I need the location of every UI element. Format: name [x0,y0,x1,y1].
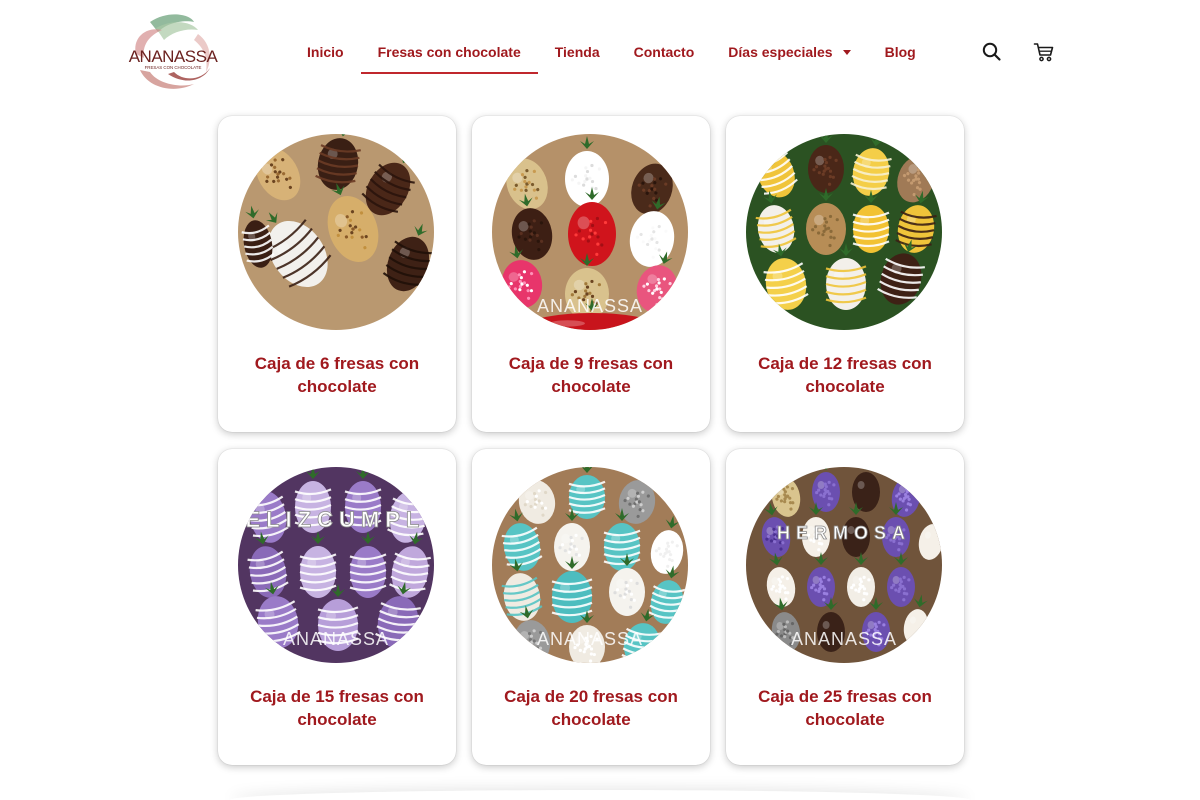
logo-wordmark: ANANASSA [129,47,218,66]
watermark: ANANASSA [537,296,643,316]
nav-item-inicio[interactable]: Inicio [290,32,361,72]
nav-item-label: Blog [884,44,916,60]
cart-icon[interactable] [1032,40,1056,64]
nav-item-contacto[interactable]: Contacto [617,32,712,72]
product-card[interactable]: ANANASSA Caja de 20 fresas con chocolate [472,449,710,765]
nav-item-label: Tienda [554,44,600,60]
product-image[interactable]: ANANASSA [492,467,688,663]
site-header: ANANASSA FRESAS CON CHOCOLATE Inicio Fres… [0,0,1200,100]
nav-item-label: Contacto [633,44,695,60]
nav-item-dias-especiales[interactable]: Días especiales [711,32,867,72]
product-card[interactable]: Caja de 12 fresas con chocolate [726,116,964,432]
product-image[interactable] [746,134,942,330]
nav-item-tienda[interactable]: Tienda [538,32,617,72]
main-nav: Inicio Fresas con chocolate Tienda Contacto… [290,32,933,74]
product-title[interactable]: Caja de 12 fresas con chocolate [740,352,950,398]
product-card[interactable]: FELIZCUMPLE ANANASSA Caja de 15 fresas con… [218,449,456,765]
nav-item-label: Inicio [307,44,344,60]
search-icon[interactable] [980,40,1004,64]
nav-item-label: Fresas con chocolate [377,44,521,60]
product-image[interactable]: HERMOSA ANANASSA [746,467,942,663]
product-title[interactable]: Caja de 20 fresas con chocolate [486,685,696,731]
product-title[interactable]: Caja de 6 fresas con chocolate [232,352,442,398]
product-image[interactable] [238,134,434,330]
logo-tagline: FRESAS CON CHOCOLATE [145,65,202,70]
nav-item-label: Días especiales [728,44,833,60]
photo-lettering: FELIZCUMPLE [238,507,434,532]
next-row-shadow [230,790,970,800]
product-card[interactable]: ANANASSA Caja de 9 fresas con chocolate [472,116,710,432]
logo-graphic: ANANASSA FRESAS CON CHOCOLATE [129,14,219,89]
product-card[interactable]: HERMOSA ANANASSA Caja de 25 fresas con cho… [726,449,964,765]
product-title[interactable]: Caja de 9 fresas con chocolate [486,352,696,398]
photo-lettering: HERMOSA [777,523,911,543]
nav-item-blog[interactable]: Blog [868,32,933,72]
watermark: ANANASSA [537,629,643,649]
watermark: ANANASSA [791,629,897,649]
brand-logo[interactable]: ANANASSA FRESAS CON CHOCOLATE [128,8,219,96]
product-title[interactable]: Caja de 25 fresas con chocolate [740,685,950,731]
product-image[interactable]: FELIZCUMPLE ANANASSA [238,467,434,663]
watermark: ANANASSA [283,629,389,649]
product-title[interactable]: Caja de 15 fresas con chocolate [232,685,442,731]
product-card[interactable]: Caja de 6 fresas con chocolate [218,116,456,432]
nav-item-fresas-con-chocolate[interactable]: Fresas con chocolate [360,32,538,74]
product-image[interactable]: ANANASSA [492,134,688,330]
caret-down-icon[interactable] [842,49,851,55]
